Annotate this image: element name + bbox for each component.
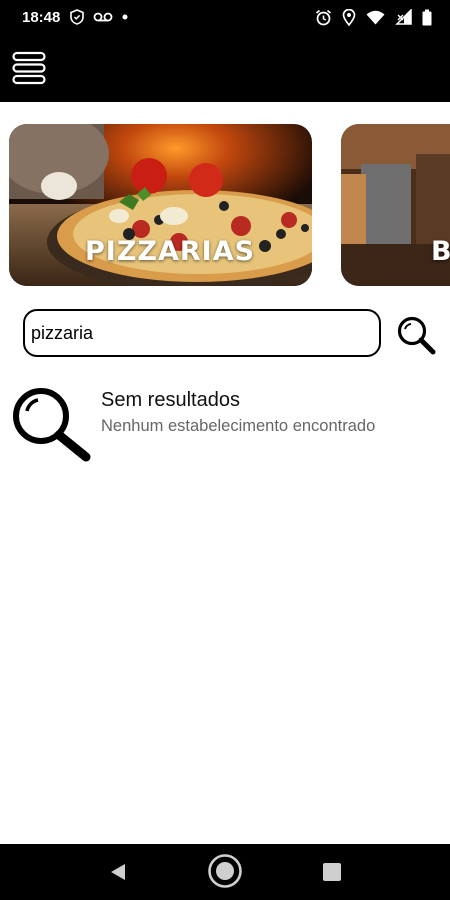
magnifier-icon (13, 388, 91, 462)
wifi-icon (366, 10, 385, 24)
category-label: PIZZARIAS (85, 236, 256, 267)
search-icon[interactable] (395, 314, 437, 356)
category-label-next: B (431, 236, 450, 267)
alarm-icon (315, 9, 332, 25)
dot-icon (122, 14, 128, 20)
status-left-icons (70, 9, 128, 25)
recents-icon[interactable] (322, 862, 342, 882)
category-carousel[interactable]: PIZZARIAS B (0, 124, 450, 286)
signal-icon (395, 9, 412, 25)
status-right-icons (315, 0, 432, 34)
app-header (0, 34, 450, 102)
home-icon[interactable] (207, 853, 243, 889)
back-icon[interactable] (108, 862, 128, 882)
status-bar: 18:48 (0, 0, 450, 34)
voicemail-icon (93, 12, 113, 22)
location-icon (342, 8, 356, 26)
empty-state-title: Sem resultados (101, 389, 240, 411)
shield-icon (70, 9, 85, 25)
empty-state-subtitle: Nenhum estabelecimento encontrado (101, 417, 376, 435)
category-card-pizzarias[interactable]: PIZZARIAS (9, 124, 312, 286)
search-input[interactable] (23, 309, 381, 357)
hamburger-menu-icon[interactable] (12, 50, 46, 86)
category-card-next[interactable]: B (341, 124, 450, 286)
battery-icon (422, 9, 432, 25)
status-time: 18:48 (22, 8, 61, 26)
